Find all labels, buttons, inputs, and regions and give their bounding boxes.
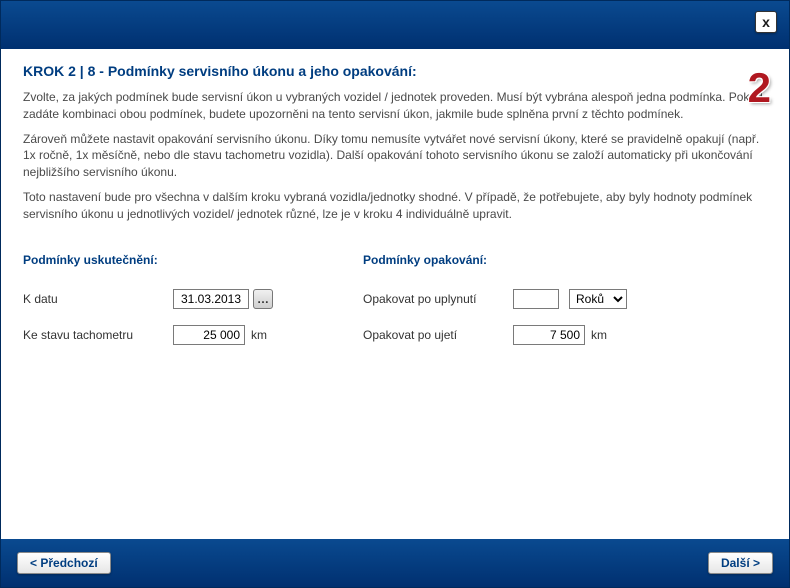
execution-heading: Podmínky uskutečnění:: [23, 253, 333, 267]
odometer-row: Ke stavu tachometru km: [23, 325, 333, 345]
repeat-conditions-column: Podmínky opakování: Opakovat po uplynutí…: [363, 253, 703, 361]
close-icon: x: [762, 14, 770, 30]
repeat-distance-label: Opakovat po ujetí: [363, 328, 513, 342]
repeat-time-row: Opakovat po uplynutí Roků: [363, 289, 703, 309]
repeat-time-label: Opakovat po uplynutí: [363, 292, 513, 306]
next-button[interactable]: Další >: [708, 552, 773, 574]
date-row: K datu …: [23, 289, 333, 309]
calendar-button[interactable]: …: [253, 289, 273, 309]
repeat-heading: Podmínky opakování:: [363, 253, 703, 267]
repeat-distance-input[interactable]: [513, 325, 585, 345]
execution-conditions-column: Podmínky uskutečnění: K datu … Ke stavu …: [23, 253, 333, 361]
repeat-distance-unit: km: [591, 328, 607, 342]
intro-paragraph-1: Zvolte, za jakých podmínek bude servisní…: [23, 89, 767, 123]
content-area: 2 KROK 2 | 8 - Podmínky servisního úkonu…: [1, 49, 789, 539]
repeat-distance-row: Opakovat po ujetí km: [363, 325, 703, 345]
title-bar: x: [1, 1, 789, 49]
prev-button[interactable]: < Předchozí: [17, 552, 111, 574]
odometer-input[interactable]: [173, 325, 245, 345]
intro-paragraph-3: Toto nastavení bude pro všechna v dalším…: [23, 189, 767, 223]
wizard-modal: x 2 KROK 2 | 8 - Podmínky servisního úko…: [0, 0, 790, 588]
date-label: K datu: [23, 292, 173, 306]
ellipsis-icon: …: [257, 292, 269, 306]
date-input[interactable]: [173, 289, 249, 309]
intro-paragraph-2: Zároveň můžete nastavit opakování servis…: [23, 131, 767, 181]
odometer-unit: km: [251, 328, 267, 342]
step-title: KROK 2 | 8 - Podmínky servisního úkonu a…: [23, 63, 767, 79]
conditions-columns: Podmínky uskutečnění: K datu … Ke stavu …: [23, 253, 767, 361]
repeat-time-unit-select[interactable]: Roků: [569, 289, 627, 309]
step-number-badge: 2: [748, 67, 771, 109]
close-button[interactable]: x: [755, 11, 777, 33]
repeat-time-input[interactable]: [513, 289, 559, 309]
footer-bar: < Předchozí Další >: [1, 539, 789, 587]
odometer-label: Ke stavu tachometru: [23, 328, 173, 342]
